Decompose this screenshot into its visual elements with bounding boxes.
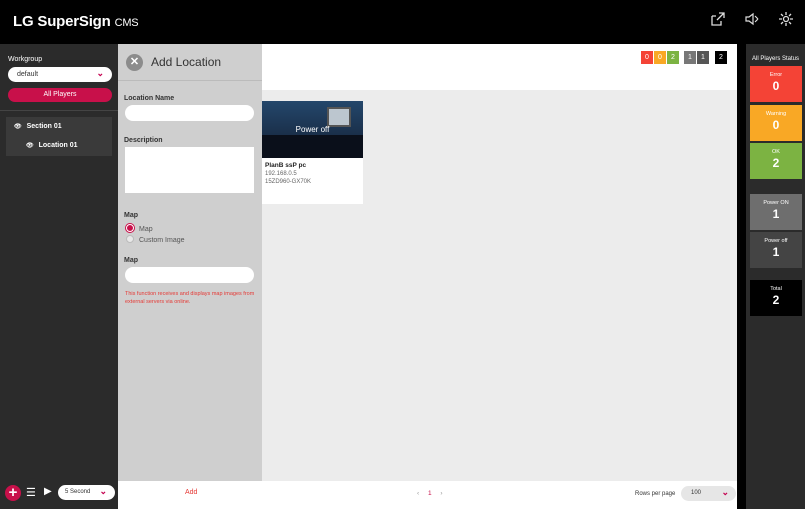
workgroup-value: default [17,71,39,78]
app-window: LG SuperSign CMS Workgroup default ⌄ All… [0,0,805,509]
current-page[interactable]: 1 [428,490,432,497]
player-ip: 192.168.0.5 [265,171,297,177]
status-ok-value: 2 [772,156,780,170]
total-count-badge[interactable]: 2 [715,51,727,64]
play-icon[interactable]: ▶ [44,486,52,497]
tree-item-section[interactable]: 👁 Section 01 [14,123,62,130]
player-name: PlanB ssP pc [265,162,307,169]
eye-icon[interactable]: 👁 [14,124,22,130]
interval-value: 5 Second [65,489,91,495]
radio-map[interactable]: Map [126,224,153,233]
ok-count-badge[interactable]: 2 [667,51,679,64]
status-power-off[interactable]: Power off 1 [750,232,802,268]
players-status-panel: All Players Status Error 0 Warning 0 OK … [746,44,805,509]
main-header: 0 0 2 1 1 2 [262,44,737,90]
status-title: All Players Status [751,56,800,62]
top-bar: LG SuperSign CMS [0,0,805,44]
radio-map-label: Map [139,226,153,233]
power-status-overlay: Power off [295,125,330,134]
chevron-down-icon: ⌄ [99,486,107,496]
app-logo: LG SuperSign CMS [13,13,139,30]
status-error-value: 0 [772,79,780,93]
radio-custom-label: Custom Image [139,237,185,244]
power-on-count-badge[interactable]: 1 [684,51,696,64]
error-count-badge[interactable]: 0 [641,51,653,64]
rows-per-page-label: Rows per page [635,491,676,497]
all-players-button[interactable]: All Players [8,88,112,102]
map-section-label: Map [124,212,138,219]
eye-icon[interactable]: 👁 [26,143,34,149]
status-power-off-value: 1 [772,245,780,259]
map-note: This function receives and displays map … [125,291,255,305]
workgroup-label: Workgroup [8,56,43,63]
panel-header: ✕ Add Location [118,44,262,81]
location-tree: 👁 Section 01 👁 Location 01 [6,117,112,156]
location-name-input[interactable] [125,105,254,121]
player-card[interactable]: Power off PlanB ssP pc 192.168.0.5 15ZD9… [262,101,363,204]
list-edit-icon[interactable]: ☰ [26,486,36,499]
tree-item-location[interactable]: 👁 Location 01 [26,142,78,149]
pagination: ‹ 1 › [417,490,443,497]
prev-page-button[interactable]: ‹ [417,490,419,497]
warning-count-badge[interactable]: 0 [654,51,666,64]
rows-per-page-select[interactable]: 100 ⌄ [681,486,736,501]
sidebar-toolbar: + ☰ ▶ 5 Second ⌄ [0,481,118,509]
radio-selected-icon [126,224,134,232]
status-warning-label: Warning [765,111,787,117]
status-ok[interactable]: OK 2 [750,143,802,179]
power-off-count-badge[interactable]: 1 [697,51,709,64]
next-page-button[interactable]: › [440,490,442,497]
volume-icon[interactable] [743,11,761,29]
tree-item-label: Location 01 [38,142,78,149]
sidebar: Workgroup default ⌄ All Players 👁 Section… [0,44,118,509]
player-serial: 15ZD960-GX70K [265,179,312,185]
radio-unselected-icon [126,235,134,243]
chevron-down-icon: ⌄ [721,487,729,497]
panel-footer: Add [118,481,262,509]
description-label: Description [124,137,163,144]
radio-custom-image[interactable]: Custom Image [126,235,185,244]
map-input[interactable] [125,267,254,283]
status-total-value: 2 [772,293,780,307]
status-power-on-label: Power ON [763,200,789,206]
app-title: LG SuperSign [13,13,111,30]
main-footer: ‹ 1 › Rows per page 100 ⌄ [262,481,737,509]
status-ok-label: OK [772,149,780,155]
status-power-on-value: 1 [772,207,780,221]
workgroup-select[interactable]: default ⌄ [8,67,112,82]
status-error-label: Error [769,72,783,78]
panel-title: Add Location [151,55,222,69]
close-icon[interactable]: ✕ [126,54,143,71]
status-warning[interactable]: Warning 0 [750,105,802,141]
location-name-label: Location Name [124,95,175,102]
tree-item-label: Section 01 [26,123,62,130]
export-icon[interactable] [709,11,727,29]
status-total-label: Total [770,286,782,292]
divider [0,110,118,111]
status-error[interactable]: Error 0 [750,66,802,102]
add-location-panel: ✕ Add Location Location Name Description… [118,44,262,509]
description-textarea[interactable] [125,147,254,193]
player-thumbnail: Power off [262,101,363,158]
settings-icon[interactable] [777,11,795,29]
status-counts: 0 0 2 1 1 2 [641,51,727,64]
map-field-label: Map [124,257,138,264]
add-button[interactable]: + [5,485,21,501]
app-title-suffix: CMS [114,17,139,29]
add-location-button[interactable]: Add [185,489,197,496]
refresh-interval-select[interactable]: 5 Second ⌄ [58,485,115,500]
status-power-off-label: Power off [764,238,788,244]
status-warning-value: 0 [772,118,780,132]
main-content: 0 0 2 1 1 2 Power off PlanB ssP pc 192.1… [262,44,737,509]
rows-value: 100 [691,490,702,496]
chevron-down-icon: ⌄ [96,68,104,78]
status-total[interactable]: Total 2 [750,280,802,316]
status-power-on[interactable]: Power ON 1 [750,194,802,230]
